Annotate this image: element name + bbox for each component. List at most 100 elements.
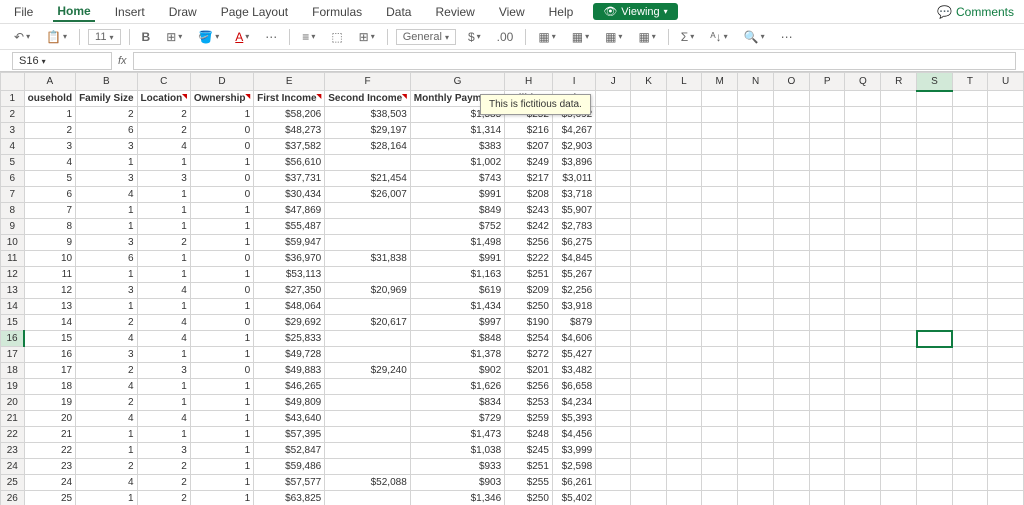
row-header-22[interactable]: 22 xyxy=(1,427,25,443)
cell[interactable] xyxy=(666,443,701,459)
cell[interactable]: 4 xyxy=(76,411,137,427)
cell[interactable] xyxy=(702,491,738,505)
cell[interactable]: $201 xyxy=(505,363,553,379)
cell[interactable] xyxy=(845,267,881,283)
cell[interactable] xyxy=(809,187,845,203)
cell[interactable] xyxy=(917,395,953,411)
cell[interactable] xyxy=(881,443,917,459)
cell[interactable]: $848 xyxy=(410,331,504,347)
cell[interactable] xyxy=(596,187,631,203)
cell[interactable] xyxy=(988,475,1024,491)
cell[interactable] xyxy=(738,139,774,155)
cell[interactable]: 19 xyxy=(24,395,75,411)
cell[interactable] xyxy=(917,235,953,251)
cell[interactable]: $5,267 xyxy=(552,267,595,283)
cell[interactable] xyxy=(809,475,845,491)
cell[interactable] xyxy=(809,315,845,331)
cell[interactable] xyxy=(596,379,631,395)
cell[interactable] xyxy=(952,395,987,411)
cell[interactable]: $251 xyxy=(505,459,553,475)
cell[interactable] xyxy=(809,411,845,427)
cell[interactable]: $57,395 xyxy=(254,427,325,443)
tab-layout[interactable]: Page Layout xyxy=(217,3,292,21)
cell[interactable]: 25 xyxy=(24,491,75,505)
cell[interactable]: $58,206 xyxy=(254,107,325,123)
name-box[interactable]: S16 ▾ xyxy=(12,52,112,70)
cell[interactable] xyxy=(631,395,667,411)
row-header-2[interactable]: 2 xyxy=(1,107,25,123)
cell[interactable]: $729 xyxy=(410,411,504,427)
cell[interactable] xyxy=(917,427,953,443)
cell[interactable]: 3 xyxy=(76,171,137,187)
cell[interactable] xyxy=(952,219,987,235)
cell[interactable]: 1 xyxy=(190,299,253,315)
cell[interactable]: 1 xyxy=(76,267,137,283)
cell[interactable] xyxy=(917,139,953,155)
cell[interactable]: 1 xyxy=(76,203,137,219)
cell[interactable] xyxy=(773,251,809,267)
cell[interactable] xyxy=(988,139,1024,155)
cell[interactable]: $46,265 xyxy=(254,379,325,395)
cell[interactable] xyxy=(881,155,917,171)
cell[interactable] xyxy=(702,315,738,331)
cell[interactable]: 2 xyxy=(137,123,190,139)
cell[interactable] xyxy=(325,491,411,505)
cell[interactable] xyxy=(631,347,667,363)
grid-container[interactable]: This is fictitious data. ABCDEFGHIJKLMNO… xyxy=(0,72,1024,505)
cell[interactable] xyxy=(952,107,987,123)
cell[interactable]: $52,847 xyxy=(254,443,325,459)
cell[interactable]: $4,267 xyxy=(552,123,595,139)
cell[interactable] xyxy=(917,459,953,475)
cell[interactable] xyxy=(845,299,881,315)
cell[interactable] xyxy=(773,427,809,443)
cell[interactable] xyxy=(738,427,774,443)
cell[interactable] xyxy=(917,443,953,459)
cell[interactable] xyxy=(596,251,631,267)
cell[interactable] xyxy=(596,331,631,347)
cell[interactable]: 0 xyxy=(190,123,253,139)
cell[interactable]: 0 xyxy=(190,139,253,155)
cell[interactable] xyxy=(809,107,845,123)
row-header-25[interactable]: 25 xyxy=(1,475,25,491)
row-header-16[interactable]: 16 xyxy=(1,331,25,347)
cell[interactable] xyxy=(631,283,667,299)
cell[interactable] xyxy=(666,267,701,283)
cell[interactable] xyxy=(702,283,738,299)
cell[interactable] xyxy=(702,299,738,315)
row-header-3[interactable]: 3 xyxy=(1,123,25,139)
cell[interactable]: 1 xyxy=(137,379,190,395)
cell[interactable] xyxy=(809,491,845,505)
cell[interactable] xyxy=(988,251,1024,267)
cell[interactable] xyxy=(773,459,809,475)
cell[interactable]: 1 xyxy=(76,491,137,505)
cell[interactable] xyxy=(738,459,774,475)
tab-file[interactable]: File xyxy=(10,3,37,21)
cell[interactable] xyxy=(702,251,738,267)
cell[interactable]: $55,487 xyxy=(254,219,325,235)
cell[interactable] xyxy=(702,267,738,283)
cell[interactable] xyxy=(325,427,411,443)
cell[interactable]: $25,833 xyxy=(254,331,325,347)
cell[interactable] xyxy=(666,475,701,491)
number-format[interactable]: General ▾ xyxy=(396,29,456,45)
cell[interactable]: $29,197 xyxy=(325,123,411,139)
cell[interactable]: 20 xyxy=(24,411,75,427)
cell[interactable] xyxy=(988,363,1024,379)
cell[interactable]: $3,482 xyxy=(552,363,595,379)
cell[interactable] xyxy=(738,203,774,219)
cell[interactable]: $752 xyxy=(410,219,504,235)
cell[interactable] xyxy=(917,187,953,203)
cell[interactable] xyxy=(845,411,881,427)
col-header-S[interactable]: S xyxy=(917,73,953,91)
cell[interactable] xyxy=(738,235,774,251)
cell[interactable] xyxy=(988,443,1024,459)
cell[interactable] xyxy=(325,395,411,411)
cell[interactable] xyxy=(881,171,917,187)
cell[interactable]: 3 xyxy=(137,363,190,379)
cell[interactable]: $31,838 xyxy=(325,251,411,267)
cell[interactable]: 1 xyxy=(190,235,253,251)
cell[interactable]: $216 xyxy=(505,123,553,139)
cell[interactable] xyxy=(666,251,701,267)
fill-color-button[interactable]: 🪣▾ xyxy=(194,28,223,46)
cell[interactable]: $743 xyxy=(410,171,504,187)
